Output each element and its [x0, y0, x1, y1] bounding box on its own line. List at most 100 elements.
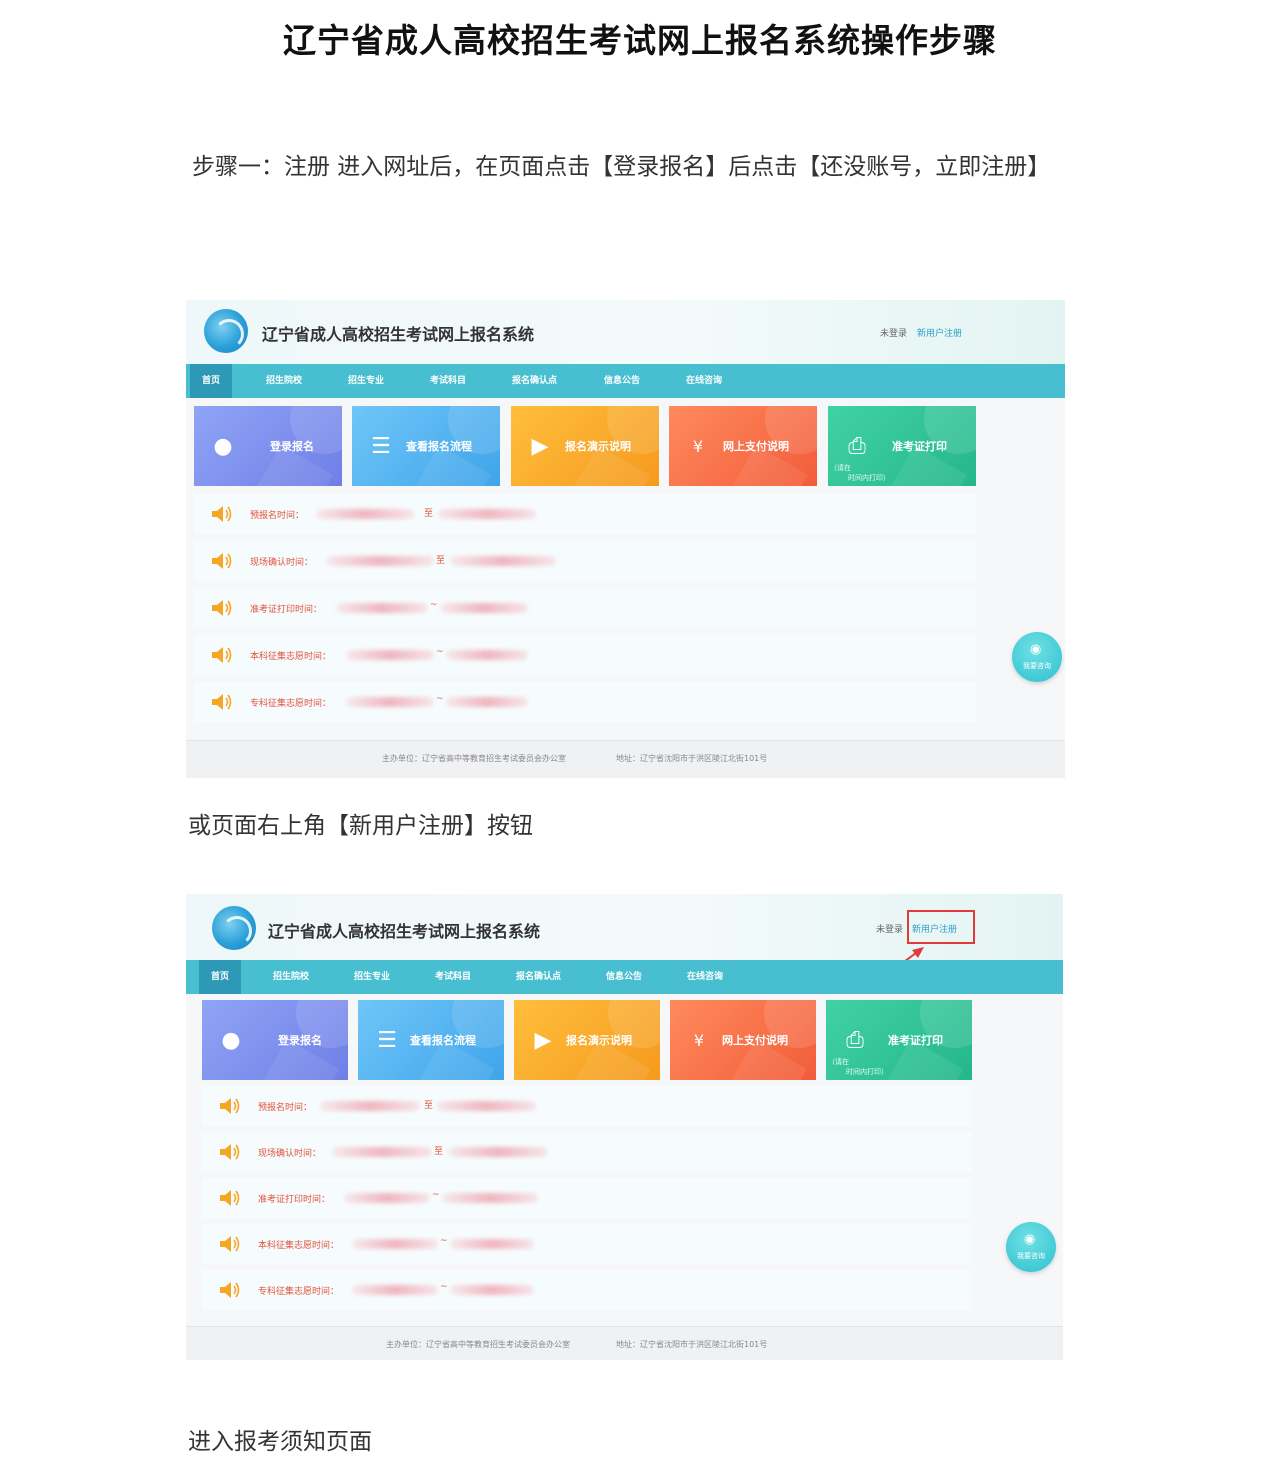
- speaker-icon: [220, 1190, 240, 1206]
- nav-item-subjects[interactable]: 考试科目: [430, 364, 466, 398]
- tile-print-admission[interactable]: ⎙ 准考证打印 （请在 时间内打印）: [826, 1000, 972, 1080]
- row-label: 预报名时间：: [250, 511, 305, 521]
- tile-login-register[interactable]: ● 登录报名: [202, 1000, 348, 1080]
- nav-item-consult[interactable]: 在线咨询: [687, 960, 723, 994]
- nav-item-schools[interactable]: 招生院校: [266, 364, 302, 398]
- tile-payment[interactable]: ¥ 网上支付说明: [670, 1000, 816, 1080]
- play-icon: ▶: [534, 1028, 552, 1053]
- info-row-prereg: 预报名时间： 至: [194, 494, 976, 534]
- next-step-paragraph: 进入报考须知页面: [188, 1429, 372, 1455]
- user-icon: ●: [221, 1028, 241, 1053]
- speaker-icon: [212, 647, 232, 663]
- nav-item-confirm-points[interactable]: 报名确认点: [512, 364, 557, 398]
- main-nav: 首页 招生院校 招生专业 考试科目 报名确认点 信息公告 在线咨询: [186, 960, 1063, 994]
- nav-item-consult[interactable]: 在线咨询: [686, 364, 722, 398]
- tile-label: 登录报名: [270, 440, 314, 453]
- speaker-icon: [212, 694, 232, 710]
- system-screenshot-1: 辽宁省成人高校招生考试网上报名系统 未登录 新用户注册 首页 招生院校 招生专业…: [186, 300, 1065, 778]
- speaker-icon: [212, 553, 232, 569]
- nav-item-schools[interactable]: 招生院校: [273, 960, 309, 994]
- nav-item-notices[interactable]: 信息公告: [604, 364, 640, 398]
- info-row-undergrad: 本科征集志愿时间： ~: [194, 635, 976, 675]
- new-user-register-link[interactable]: 新用户注册: [917, 326, 962, 339]
- highlight-box: [907, 910, 975, 944]
- tile-label: 查看报名流程: [410, 1034, 476, 1047]
- site-logo: [212, 906, 256, 950]
- headset-icon: ◉: [1024, 1232, 1036, 1247]
- row-label: 本科征集志愿时间：: [258, 1241, 340, 1251]
- nav-item-home[interactable]: 首页: [190, 364, 233, 398]
- row-label: 准考证打印时间：: [250, 605, 323, 615]
- step1-paragraph: 步骤一：注册 进入网址后，在页面点击【登录报名】后点击【还没账号，立即注册】: [192, 154, 1051, 180]
- row-label: 专科征集志愿时间：: [258, 1287, 340, 1297]
- document-icon: ☰: [377, 1028, 397, 1053]
- speaker-icon: [220, 1098, 240, 1114]
- site-footer: 主办单位：辽宁省高中等教育招生考试委员会办公室 地址：辽宁省沈阳市于洪区陵江北街…: [186, 740, 1065, 778]
- tile-login-register[interactable]: ● 登录报名: [194, 406, 342, 486]
- info-row-print-time: 准考证打印时间： ~: [202, 1178, 972, 1218]
- headset-icon: ◉: [1030, 642, 1042, 657]
- payment-icon: ¥: [692, 437, 704, 456]
- tile-label: 网上支付说明: [723, 440, 789, 453]
- alt-register-paragraph: 或页面右上角【新用户注册】按钮: [188, 813, 533, 839]
- row-label: 本科征集志愿时间：: [250, 652, 332, 662]
- tile-label: 报名演示说明: [566, 1034, 632, 1047]
- row-label: 现场确认时间：: [258, 1149, 322, 1159]
- row-label: 预报名时间：: [258, 1103, 313, 1113]
- printer-icon: ⎙: [846, 1028, 864, 1053]
- speaker-icon: [212, 506, 232, 522]
- consult-button[interactable]: ◉ 我要咨询: [1006, 1222, 1056, 1272]
- nav-item-subjects[interactable]: 考试科目: [435, 960, 471, 994]
- site-name: 辽宁省成人高校招生考试网上报名系统: [268, 922, 541, 941]
- info-row-prereg: 预报名时间： 至: [202, 1086, 972, 1126]
- speaker-icon: [220, 1144, 240, 1160]
- footer-org: 主办单位：辽宁省高中等教育招生考试委员会办公室: [386, 1340, 570, 1349]
- tile-print-admission[interactable]: ⎙ 准考证打印 （请在 时间内打印）: [828, 406, 976, 486]
- speaker-icon: [220, 1282, 240, 1298]
- tile-label: 准考证打印: [892, 440, 947, 453]
- info-row-undergrad: 本科征集志愿时间： ~: [202, 1224, 972, 1264]
- nav-item-notices[interactable]: 信息公告: [606, 960, 642, 994]
- info-row-onsite: 现场确认时间： 至: [194, 541, 976, 581]
- system-screenshot-2: 辽宁省成人高校招生考试网上报名系统 未登录 新用户注册 首页 招生院校 招生专业…: [186, 894, 1063, 1360]
- nav-item-majors[interactable]: 招生专业: [354, 960, 390, 994]
- login-status: 未登录: [880, 329, 908, 339]
- tile-payment[interactable]: ¥ 网上支付说明: [669, 406, 817, 486]
- footer-address: 地址：辽宁省沈阳市于洪区陵江北街101号: [616, 1340, 768, 1349]
- tile-demo[interactable]: ▶ 报名演示说明: [514, 1000, 660, 1080]
- row-label: 准考证打印时间：: [258, 1195, 331, 1205]
- info-row-print-time: 准考证打印时间： ~: [194, 588, 976, 628]
- consult-label: 我要咨询: [1023, 662, 1051, 670]
- play-icon: ▶: [531, 434, 549, 459]
- site-footer: 主办单位：辽宁省高中等教育招生考试委员会办公室 地址：辽宁省沈阳市于洪区陵江北街…: [186, 1326, 1063, 1360]
- row-label: 现场确认时间：: [250, 558, 314, 568]
- row-label: 专科征集志愿时间：: [250, 699, 332, 709]
- info-row-college: 专科征集志愿时间： ~: [202, 1270, 972, 1310]
- speaker-icon: [220, 1236, 240, 1252]
- consult-label: 我要咨询: [1017, 1252, 1045, 1260]
- consult-button[interactable]: ◉ 我要咨询: [1012, 632, 1062, 682]
- login-status: 未登录: [876, 925, 904, 935]
- main-nav: 首页 招生院校 招生专业 考试科目 报名确认点 信息公告 在线咨询: [186, 364, 1065, 398]
- payment-icon: ¥: [693, 1031, 705, 1050]
- info-row-onsite: 现场确认时间： 至: [202, 1132, 972, 1172]
- footer-org: 主办单位：辽宁省高中等教育招生考试委员会办公室: [382, 754, 566, 763]
- tile-demo[interactable]: ▶ 报名演示说明: [511, 406, 659, 486]
- print-note: （请在 时间内打印）: [828, 1058, 888, 1076]
- nav-item-majors[interactable]: 招生专业: [348, 364, 384, 398]
- tile-view-process[interactable]: ☰ 查看报名流程: [352, 406, 500, 486]
- document-title: 辽宁省成人高校招生考试网上报名系统操作步骤: [283, 21, 997, 60]
- info-row-college: 专科征集志愿时间： ~: [194, 682, 976, 722]
- nav-item-home[interactable]: 首页: [199, 960, 242, 994]
- tile-label: 查看报名流程: [406, 440, 472, 453]
- tile-label: 报名演示说明: [565, 440, 631, 453]
- footer-address: 地址：辽宁省沈阳市于洪区陵江北街101号: [616, 754, 768, 763]
- tile-label: 登录报名: [278, 1034, 322, 1047]
- tile-view-process[interactable]: ☰ 查看报名流程: [358, 1000, 504, 1080]
- site-header: 辽宁省成人高校招生考试网上报名系统 未登录 新用户注册: [186, 300, 1065, 364]
- user-icon: ●: [213, 434, 233, 459]
- site-name: 辽宁省成人高校招生考试网上报名系统: [262, 325, 535, 344]
- printer-icon: ⎙: [848, 434, 866, 459]
- nav-item-confirm-points[interactable]: 报名确认点: [516, 960, 561, 994]
- tile-label: 网上支付说明: [722, 1034, 788, 1047]
